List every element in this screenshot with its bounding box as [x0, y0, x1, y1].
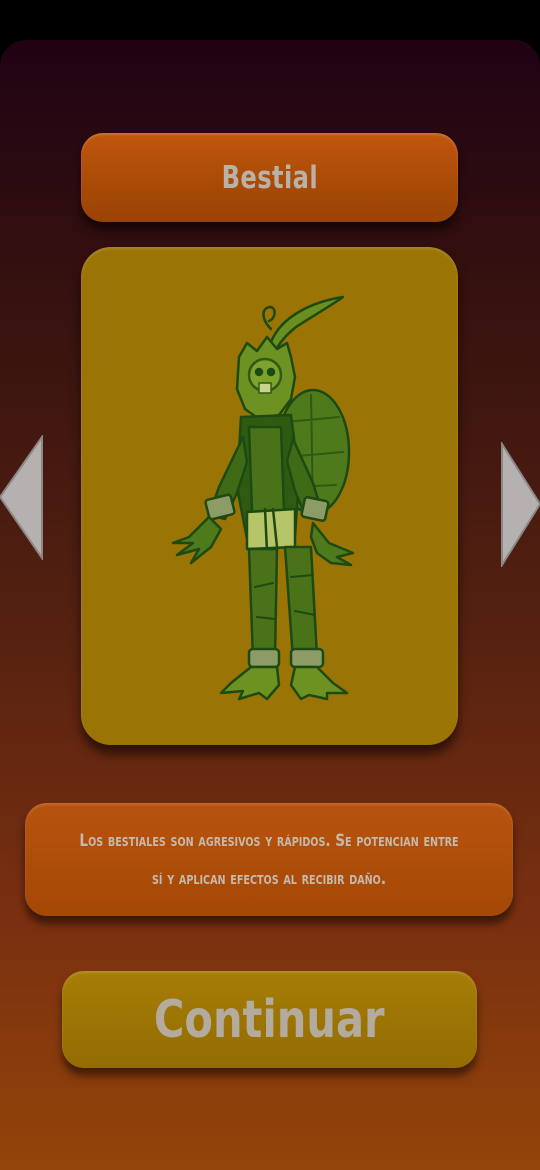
class-description-panel: Los bestiales son agresivos y rápidos. S… [25, 803, 513, 916]
character-illustration [171, 295, 355, 701]
character-card [81, 247, 458, 745]
continue-button[interactable]: Continuar [62, 971, 477, 1068]
next-class-arrow-icon[interactable] [500, 442, 540, 567]
previous-class-arrow-icon[interactable] [0, 435, 44, 560]
continue-label: Continuar [154, 989, 385, 1050]
class-title: Bestial [221, 159, 318, 196]
class-description: Los bestiales son agresivos y rápidos. S… [79, 830, 459, 889]
class-title-button[interactable]: Bestial [81, 133, 458, 222]
game-screen: Bestial Los bestiales son agresivos y rá… [0, 40, 540, 1170]
